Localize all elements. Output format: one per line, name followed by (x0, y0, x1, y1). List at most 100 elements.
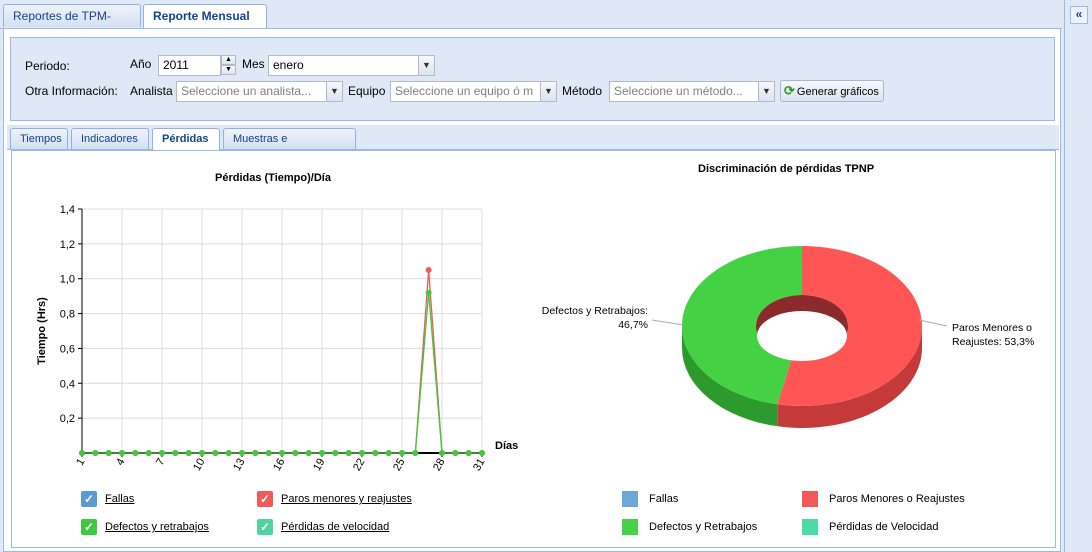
legend-swatch (802, 519, 818, 535)
data-point (79, 450, 85, 456)
x-tick-label: 13 (231, 457, 248, 474)
button-label: Generar gráficos (796, 86, 879, 98)
x-tick-label: 31 (471, 457, 488, 474)
x-tick-label: 25 (391, 457, 408, 474)
data-point (439, 450, 445, 456)
mes-dropdown-icon[interactable]: ▼ (418, 55, 435, 76)
sub-tab-bar: Tiempos Indicadores Pérdidas Muestras e … (7, 125, 1059, 165)
data-point (292, 450, 299, 456)
filter-form: Periodo: Año 2011 ▲ ▼ Mes enero ▼ Otra I… (10, 37, 1055, 121)
analista-label: Analista (130, 84, 173, 98)
data-point (199, 450, 205, 456)
analista-dropdown-icon[interactable]: ▼ (326, 81, 343, 102)
tab-reportes-tpm[interactable]: Reportes de TPM-QLabs (3, 4, 141, 46)
data-point (345, 450, 352, 456)
data-point (465, 450, 472, 456)
anio-input[interactable]: 2011 (158, 55, 221, 76)
slice-label: 46,7% (618, 319, 648, 331)
paros-checkbox[interactable]: ✓ (257, 491, 273, 507)
y-tick-label: 1,0 (60, 274, 75, 286)
equipo-dropdown-icon[interactable]: ▼ (540, 81, 557, 102)
data-point (252, 450, 259, 456)
y-tick-label: 0,6 (60, 343, 75, 355)
analista-select[interactable]: Seleccione un analista... (176, 81, 327, 102)
data-point (425, 267, 432, 273)
legend-velocidad[interactable]: Pérdidas de velocidad (281, 521, 389, 533)
x-tick-label: 10 (191, 457, 208, 474)
metodo-dropdown-icon[interactable]: ▼ (758, 81, 775, 102)
pie-chart: Paros Menores o Reajustes: 53,3% Defectos … (542, 246, 1034, 428)
legend-label: Defectos y retrabajos (105, 521, 209, 533)
legend-label: Paros menores y reajustes (281, 493, 412, 505)
equipo-select[interactable]: Seleccione un equipo ó m (390, 81, 541, 102)
generar-graficos-button[interactable]: ⟳ Generar gráficos (780, 80, 884, 102)
metodo-select[interactable]: Seleccione un método... (609, 81, 759, 102)
data-point (212, 450, 219, 456)
data-point (105, 450, 112, 456)
data-point (132, 450, 139, 456)
x-tick-label: 19 (311, 457, 328, 474)
data-point (145, 450, 152, 456)
data-point (332, 450, 339, 456)
anio-label: Año (130, 57, 152, 71)
data-point (425, 289, 432, 296)
data-point (399, 450, 405, 456)
x-tick-label: 4 (114, 457, 127, 468)
slice-label: Defectos y Retrabajos: (542, 305, 648, 317)
label-connector (651, 319, 685, 326)
x-tick-label: 28 (431, 457, 448, 474)
velocidad-checkbox[interactable]: ✓ (257, 519, 273, 535)
data-point (372, 450, 379, 456)
data-point (412, 450, 419, 456)
x-tick-label: 1 (74, 457, 87, 468)
spin-up-icon[interactable]: ▲ (221, 55, 236, 65)
tab-reporte-mensual[interactable]: Reporte Mensual× (143, 4, 267, 45)
defectos-checkbox[interactable]: ✓ (81, 519, 97, 535)
legend-fallas[interactable]: Fallas (105, 493, 134, 505)
data-point (305, 450, 312, 456)
data-point (172, 450, 179, 456)
side-panel: « (1064, 0, 1092, 552)
data-point (185, 450, 192, 456)
x-tick-label: 7 (154, 457, 167, 468)
data-point (159, 450, 165, 456)
tab-indicadores[interactable]: Indicadores (71, 128, 149, 149)
tab-tiempos[interactable]: Tiempos (10, 128, 68, 149)
fallas-checkbox[interactable]: ✓ (81, 491, 97, 507)
charts-panel: Pérdidas (Tiempo)/Día Discriminación de … (11, 150, 1056, 548)
pie-legend-paros[interactable]: Paros Menores o Reajustes (829, 493, 965, 505)
legend-paros[interactable]: Paros menores y reajustes (281, 493, 412, 505)
data-point (385, 450, 392, 456)
pie-legend-defectos[interactable]: Defectos y Retrabajos (649, 521, 757, 533)
y-tick-label: 1,4 (60, 204, 75, 216)
label-connector (918, 319, 948, 327)
data-point (265, 450, 272, 456)
slice-label: Reajustes: 53,3% (952, 336, 1034, 348)
data-point (319, 450, 325, 456)
legend-defectos[interactable]: Defectos y retrabajos (105, 521, 209, 533)
otra-info-label: Otra Información: (25, 84, 118, 98)
mes-label: Mes (242, 57, 265, 71)
slice-label: Paros Menores o (952, 322, 1032, 334)
periodo-label: Periodo: (25, 59, 70, 73)
mes-select[interactable]: enero (268, 55, 419, 76)
pie-legend-velocidad[interactable]: Pérdidas de Velocidad (829, 521, 938, 533)
collapse-icon[interactable]: « (1070, 6, 1088, 24)
line-chart: 0,2 0,4 0,6 0,8 1,0 1,2 1,4 1 4 7 10 13 16 19 22 25 28 31… (36, 204, 518, 474)
legend-swatch (622, 519, 638, 535)
anio-spinner[interactable]: ▲ ▼ (221, 55, 236, 76)
pie-legend-fallas[interactable]: Fallas (649, 493, 678, 505)
donut-hole (757, 311, 847, 361)
metodo-label: Método (562, 84, 603, 98)
legend-swatch (802, 491, 818, 507)
data-point (119, 450, 125, 456)
legend-swatch (622, 491, 638, 507)
tab-perdidas[interactable]: Pérdidas (152, 128, 220, 150)
data-point (452, 450, 459, 456)
tab-muestras[interactable]: Muestras e inyecciones (223, 128, 356, 165)
legend-label: Pérdidas de velocidad (281, 521, 390, 533)
y-tick-label: 0,2 (60, 413, 75, 425)
main-panel: Periodo: Año 2011 ▲ ▼ Mes enero ▼ Otra I… (3, 28, 1061, 552)
top-tab-bar: Reportes de TPM-QLabs Reporte Mensual× (0, 0, 1062, 46)
spin-down-icon[interactable]: ▼ (221, 65, 236, 75)
